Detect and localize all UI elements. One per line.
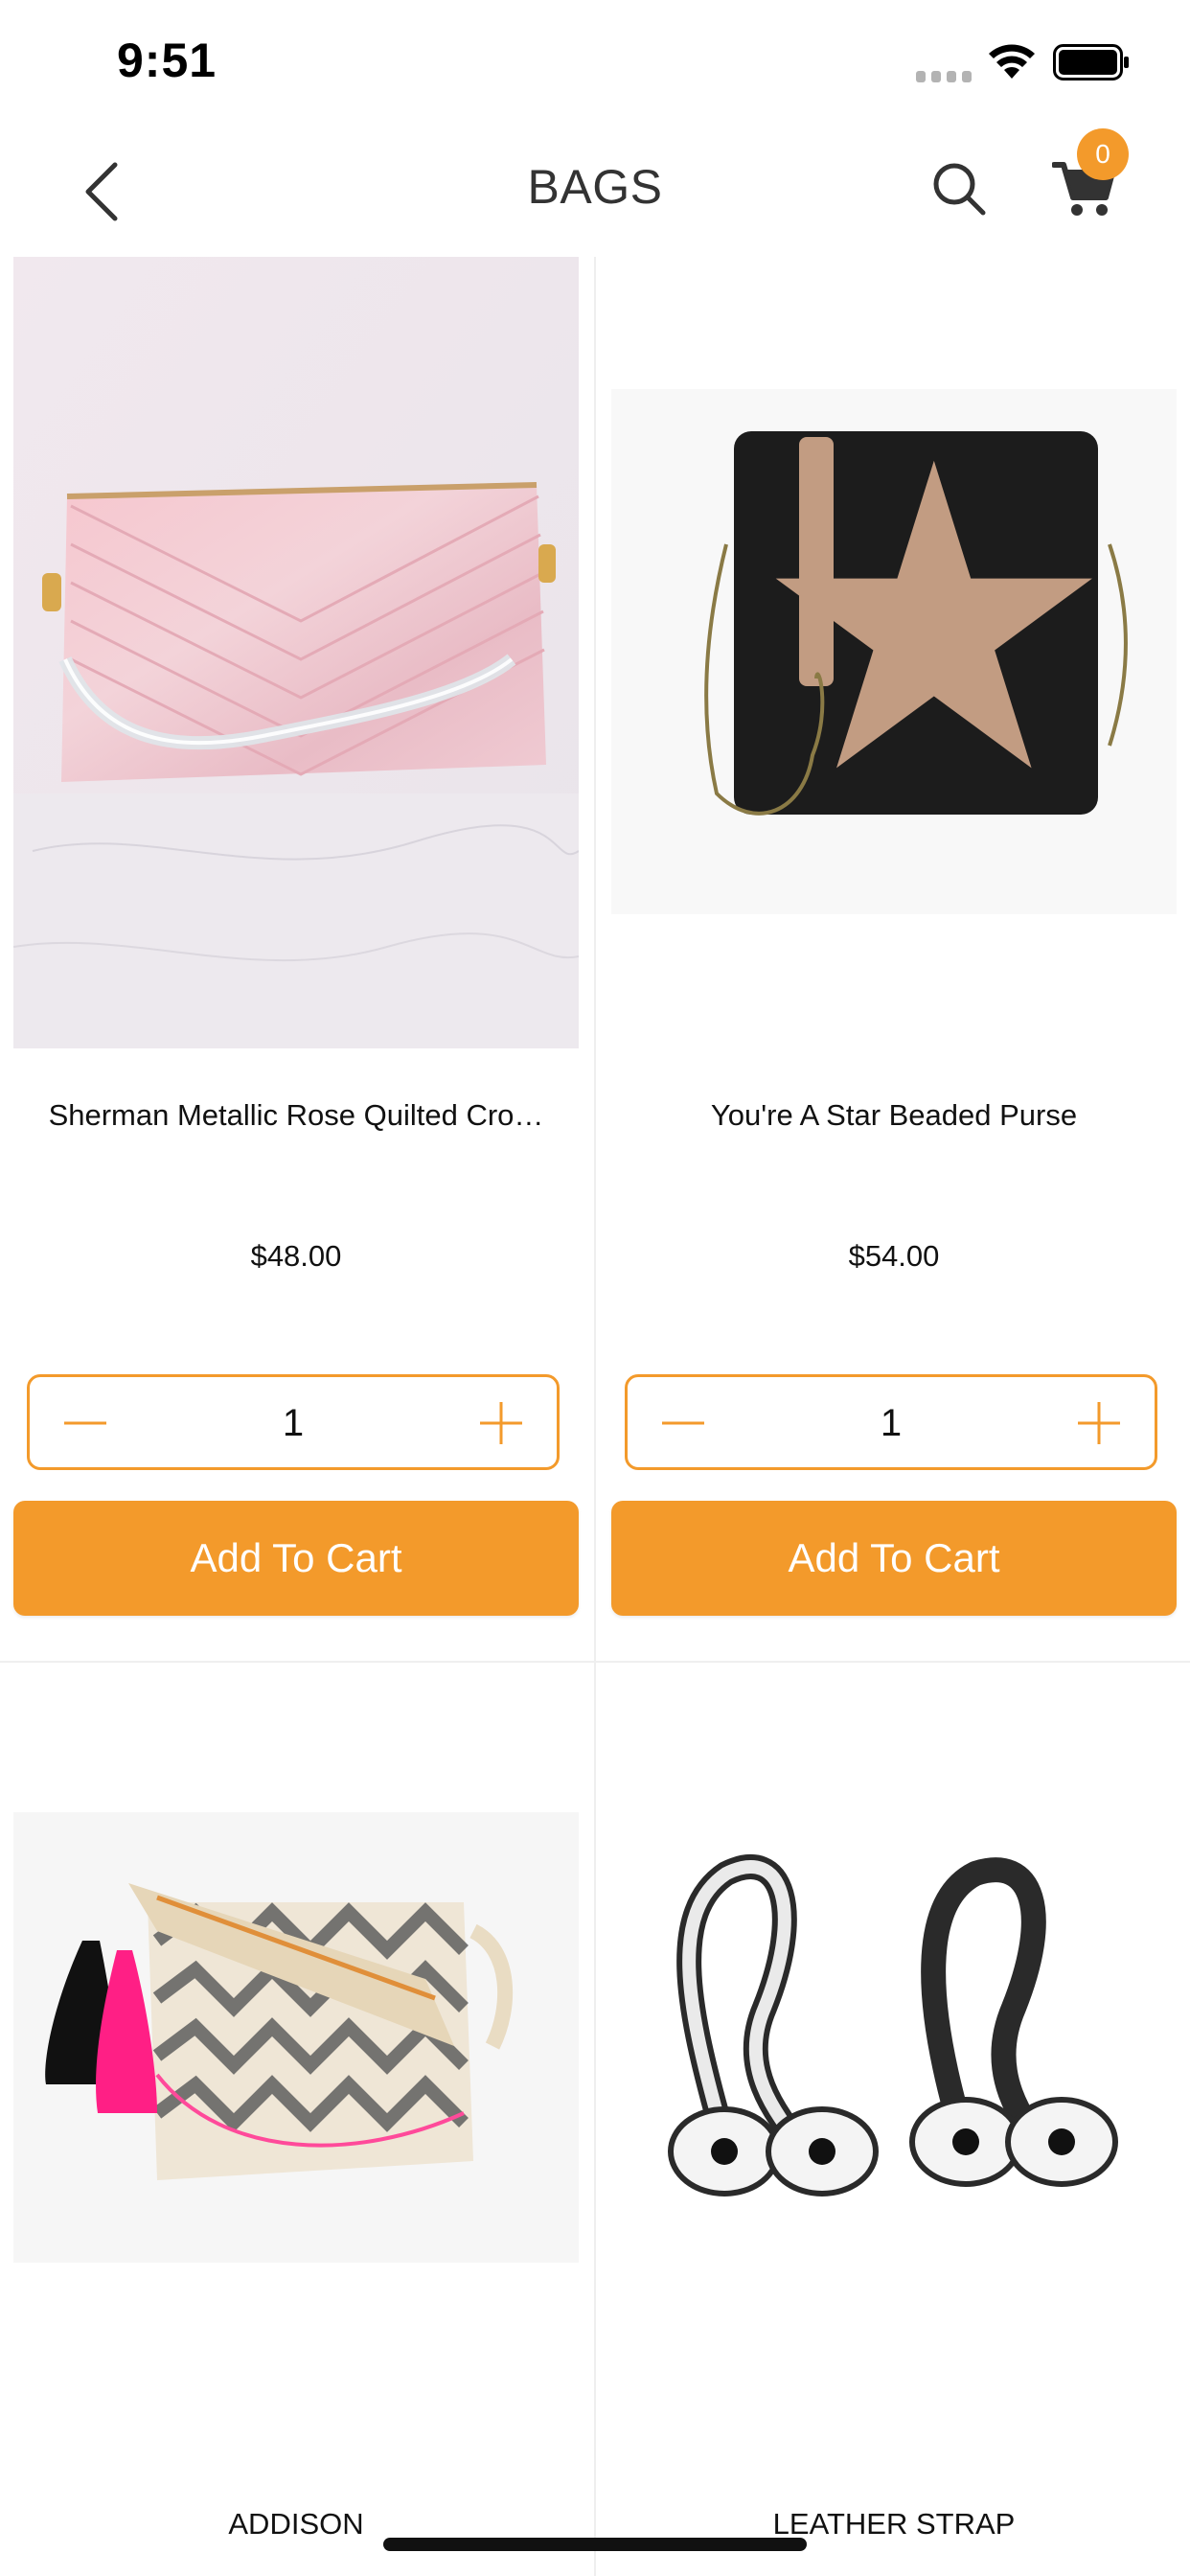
product-name[interactable]: You're A Star Beaded Purse <box>611 1098 1177 1133</box>
product-image-addison-bag[interactable] <box>13 1663 579 2454</box>
wifi-icon <box>989 44 1035 79</box>
product-image-star-beaded-purse[interactable] <box>611 257 1177 1048</box>
home-indicator[interactable] <box>383 2538 807 2551</box>
product-name[interactable]: Sherman Metallic Rose Quilted Cro… <box>13 1098 579 1133</box>
quantity-stepper: 1 <box>27 1374 560 1470</box>
product-name[interactable]: LEATHER STRAP <box>611 2507 1177 2542</box>
product-grid: Sherman Metallic Rose Quilted Cro… $48.0… <box>0 257 1190 2576</box>
signal-icon <box>916 71 972 82</box>
search-icon[interactable] <box>931 161 987 217</box>
product-image-rose-quilted-bag[interactable] <box>13 257 579 1048</box>
add-to-cart-button[interactable]: Add To Cart <box>611 1501 1177 1616</box>
quantity-stepper: 1 <box>625 1374 1157 1470</box>
product-image-leather-strap[interactable] <box>611 1663 1177 2454</box>
screen: 9:51 BAGS 0 Sherman Metallic Rose Quilte… <box>0 0 1190 2576</box>
product-name[interactable]: ADDISON <box>13 2507 579 2542</box>
column-divider <box>594 257 596 2576</box>
nav-bar: BAGS 0 <box>0 126 1190 257</box>
page-title: BAGS <box>527 160 663 214</box>
product-price: $54.00 <box>848 1239 940 1273</box>
status-time: 9:51 <box>117 34 217 87</box>
status-bar: 9:51 <box>0 0 1190 126</box>
battery-icon <box>1053 44 1129 80</box>
plus-icon[interactable] <box>1072 1396 1126 1450</box>
cart-count-badge: 0 <box>1077 128 1129 180</box>
plus-icon[interactable] <box>474 1396 528 1450</box>
product-price: $48.00 <box>250 1239 342 1273</box>
add-to-cart-button[interactable]: Add To Cart <box>13 1501 579 1616</box>
